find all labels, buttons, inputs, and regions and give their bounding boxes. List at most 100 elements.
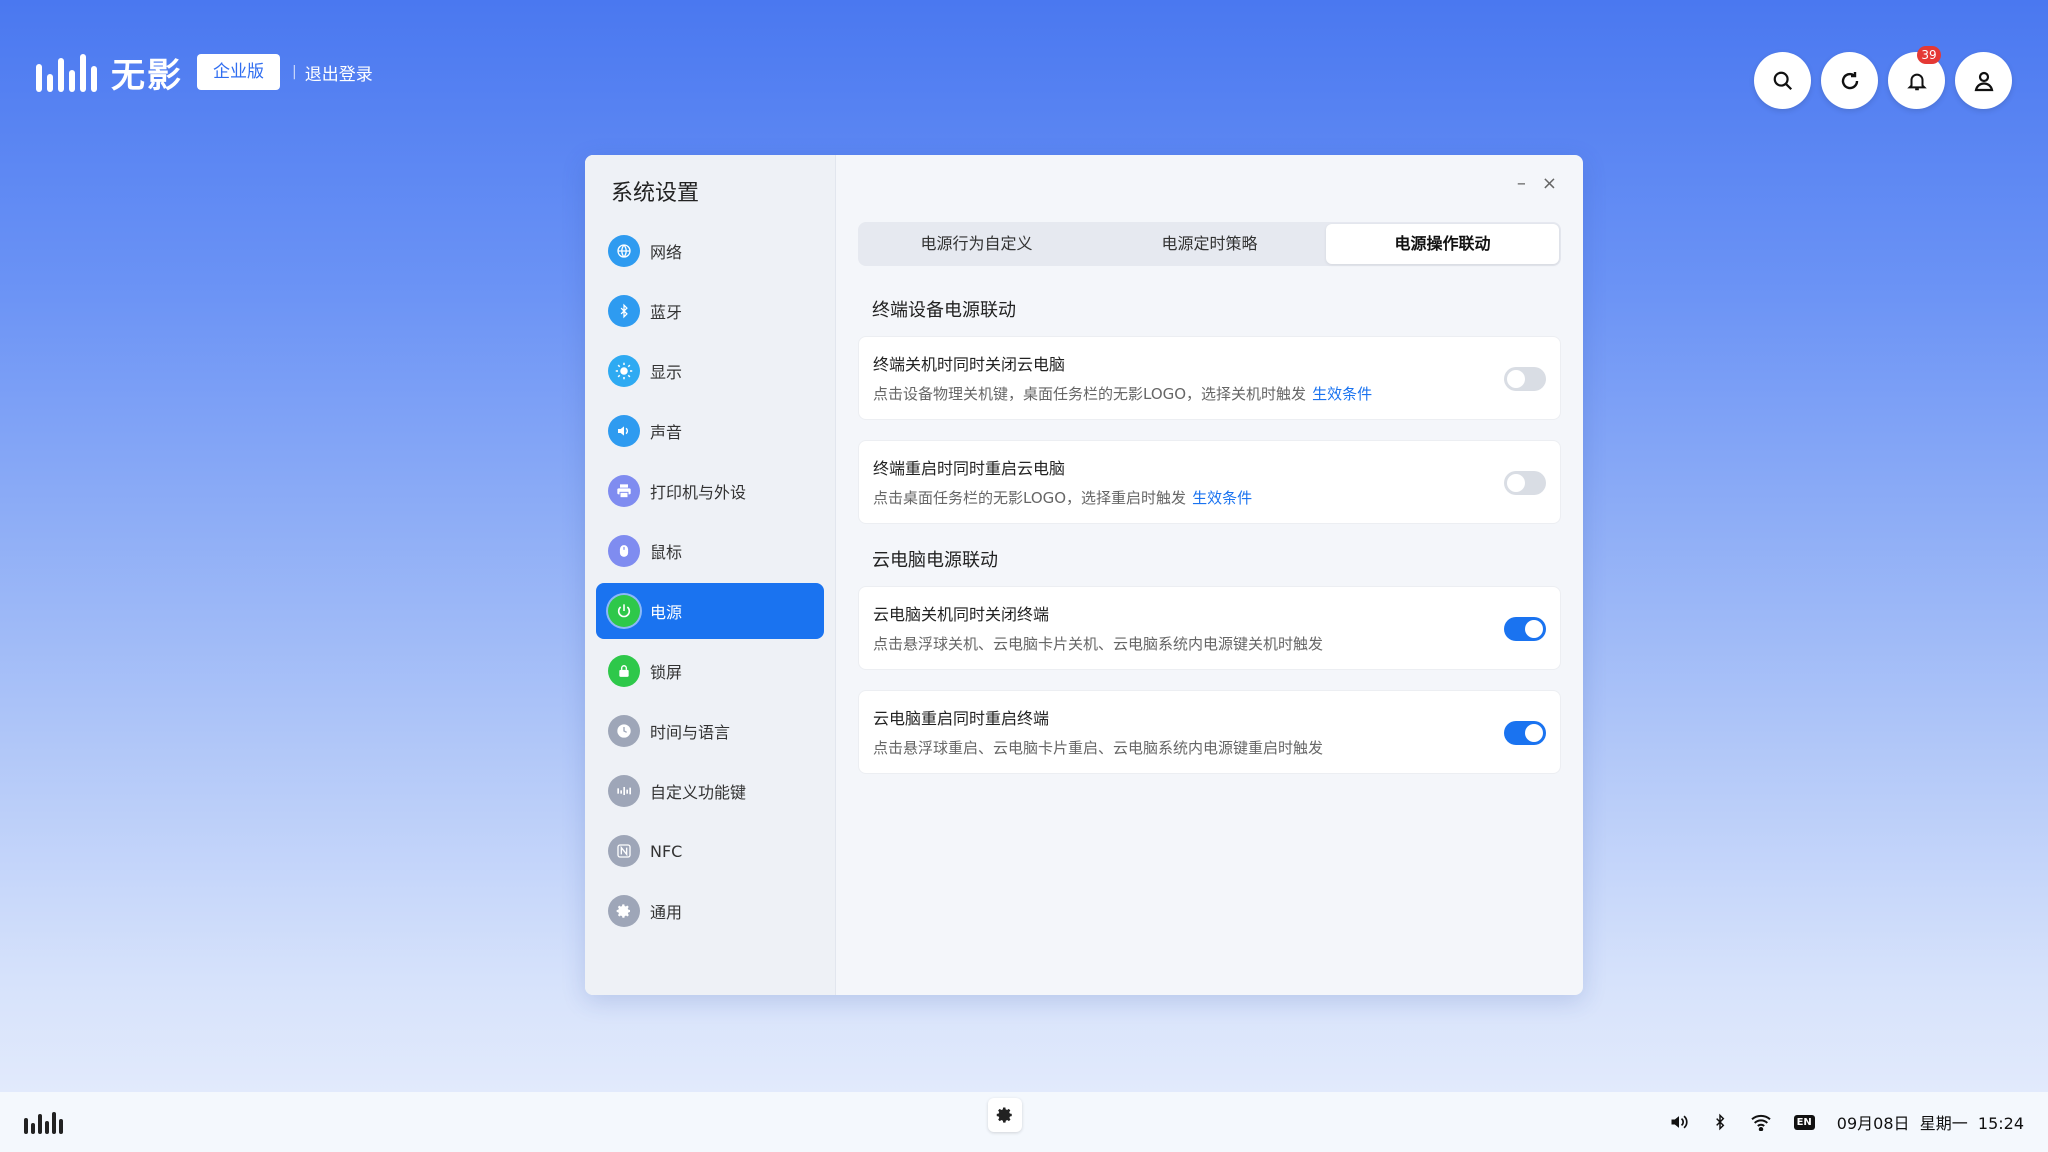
notification-button[interactable]: 39: [1888, 46, 1945, 109]
setting-description-text: 点击桌面任务栏的无影LOGO，选择重启时触发: [873, 489, 1187, 507]
toggle-switch[interactable]: [1504, 617, 1546, 641]
volume-icon[interactable]: [1668, 1112, 1690, 1132]
setting-title: 终端重启时同时重启云电脑: [873, 459, 1066, 478]
sidebar-item[interactable]: 通用: [596, 883, 824, 939]
sidebar-item[interactable]: 打印机与外设: [596, 463, 824, 519]
setting-card: 云电脑关机同时关闭终端点击悬浮球关机、云电脑卡片关机、云电脑系统内电源键关机时触…: [858, 586, 1561, 670]
setting-description-text: 点击悬浮球重启、云电脑卡片重启、云电脑系统内电源键重启时触发: [873, 739, 1324, 757]
setting-description: 点击桌面任务栏的无影LOGO，选择重启时触发 生效条件: [873, 487, 1546, 508]
gear-icon: [996, 1107, 1012, 1123]
sidebar-item[interactable]: 时间与语言: [596, 703, 824, 759]
sidebar-item[interactable]: 自定义功能键: [596, 763, 824, 819]
wifi-icon[interactable]: [1750, 1113, 1772, 1131]
sidebar-item[interactable]: 电源: [596, 583, 824, 639]
edition-badge: 企业版: [197, 54, 280, 90]
setting-card: 云电脑重启同时重启终端点击悬浮球重启、云电脑卡片重启、云电脑系统内电源键重启时触…: [858, 690, 1561, 774]
bluetooth-icon: [608, 295, 640, 327]
brand-bar: 无影 企业版 | 退出登录: [36, 52, 373, 96]
bell-icon: [1906, 73, 1927, 90]
conditions-link[interactable]: 生效条件: [1312, 385, 1372, 403]
settings-window: 系统设置 网络蓝牙显示声音打印机与外设 鼠标电源锁屏时间与语言自定义功能键 NFC 通…: [585, 155, 1583, 995]
section-title: 终端设备电源联动: [872, 300, 1016, 321]
setting-description: 点击悬浮球关机、云电脑卡片关机、云电脑系统内电源键关机时触发: [873, 633, 1546, 654]
mouse-icon: [608, 535, 640, 567]
sidebar-item-label: 蓝牙: [650, 303, 683, 322]
refresh-button[interactable]: [1821, 52, 1878, 109]
section-title: 云电脑电源联动: [872, 550, 998, 571]
date-text: 09月08日: [1836, 1114, 1910, 1133]
nfc-icon: [608, 835, 640, 867]
sidebar-item-label: 通用: [650, 903, 683, 922]
brand-name: 无影: [111, 55, 183, 96]
window-controls: – ×: [1517, 173, 1557, 194]
logout-link[interactable]: 退出登录: [305, 60, 373, 85]
clock-icon: [608, 715, 640, 747]
settings-main: – × 电源行为自定义 电源定时策略 电源操作联动 终端设备电源联动终端关机时同时关…: [836, 155, 1583, 995]
setting-title: 终端关机时同时关闭云电脑: [873, 355, 1066, 374]
weekday-text: 星期一: [1919, 1114, 1968, 1133]
sidebar-item[interactable]: 网络: [596, 223, 824, 279]
toggle-switch[interactable]: [1504, 721, 1546, 745]
refresh-icon: [1841, 71, 1858, 89]
search-icon: [1773, 71, 1792, 90]
time-text: 15:24: [1977, 1114, 2024, 1133]
toggle-switch[interactable]: [1504, 367, 1546, 391]
user-button[interactable]: [1955, 52, 2012, 109]
conditions-link[interactable]: 生效条件: [1192, 489, 1252, 507]
sidebar-item[interactable]: 蓝牙: [596, 283, 824, 339]
tab[interactable]: 电源定时策略: [1093, 224, 1326, 264]
sidebar-item[interactable]: 声音: [596, 403, 824, 459]
globe-icon: [608, 235, 640, 267]
taskbar: EN 09月08日 星期一 15:24: [0, 1092, 2048, 1152]
settings-sidebar: 系统设置 网络蓝牙显示声音打印机与外设 鼠标电源锁屏时间与语言自定义功能键 NFC 通…: [585, 155, 836, 995]
sidebar-item-label: 打印机与外设: [650, 483, 747, 502]
setting-description-text: 点击设备物理关机键，桌面任务栏的无影LOGO，选择关机时触发: [873, 385, 1307, 403]
printer-icon: [608, 475, 640, 507]
setting-title: 云电脑关机同时关闭终端: [873, 605, 1050, 624]
gear-icon: [608, 895, 640, 927]
sidebar-item[interactable]: NFC: [596, 823, 824, 879]
sidebar-item-label: 锁屏: [650, 663, 683, 682]
system-tray: EN 09月08日 星期一 15:24: [1668, 1092, 2024, 1152]
settings-taskbar-button[interactable]: [988, 1098, 1022, 1132]
setting-description: 点击悬浮球重启、云电脑卡片重启、云电脑系统内电源键重启时触发: [873, 737, 1546, 758]
minimize-button[interactable]: –: [1517, 173, 1526, 194]
sidebar-item-label: 显示: [650, 363, 683, 382]
start-logo-icon[interactable]: [24, 1110, 63, 1134]
toggle-switch[interactable]: [1504, 471, 1546, 495]
setting-title: 云电脑重启同时重启终端: [873, 709, 1050, 728]
search-button[interactable]: [1754, 52, 1811, 109]
speaker-icon: [608, 415, 640, 447]
close-button[interactable]: ×: [1542, 173, 1557, 194]
brightness-icon: [608, 355, 640, 387]
setting-card: 终端重启时同时重启云电脑点击桌面任务栏的无影LOGO，选择重启时触发 生效条件: [858, 440, 1561, 524]
tab[interactable]: 电源操作联动: [1326, 224, 1559, 264]
sidebar-item-label: 声音: [650, 423, 683, 442]
wuying-key-icon: [608, 775, 640, 807]
power-tabs: 电源行为自定义 电源定时策略 电源操作联动: [858, 222, 1561, 266]
sidebar-item-label: 自定义功能键: [650, 783, 747, 802]
sidebar-item[interactable]: 锁屏: [596, 643, 824, 699]
input-method-badge[interactable]: EN: [1793, 1114, 1815, 1130]
power-icon: [608, 595, 640, 627]
tab[interactable]: 电源行为自定义: [860, 224, 1093, 264]
sidebar-item-label: 网络: [650, 243, 683, 262]
wuying-logo-icon: [36, 52, 97, 92]
setting-card: 终端关机时同时关闭云电脑点击设备物理关机键，桌面任务栏的无影LOGO，选择关机时…: [858, 336, 1561, 420]
user-icon: [1974, 71, 1993, 91]
divider: |: [292, 64, 297, 80]
notification-badge: 39: [1917, 46, 1941, 64]
clock[interactable]: 09月08日 星期一 15:24: [1837, 1110, 2024, 1134]
bluetooth-icon[interactable]: [1712, 1112, 1728, 1132]
setting-description: 点击设备物理关机键，桌面任务栏的无影LOGO，选择关机时触发 生效条件: [873, 383, 1546, 404]
sidebar-item[interactable]: 鼠标: [596, 523, 824, 579]
sidebar-item-label: NFC: [650, 841, 683, 861]
sidebar-item-label: 鼠标: [650, 543, 683, 562]
lock-icon: [608, 655, 640, 687]
window-title: 系统设置: [611, 181, 700, 206]
sidebar-item-label: 时间与语言: [650, 723, 731, 742]
setting-description-text: 点击悬浮球关机、云电脑卡片关机、云电脑系统内电源键关机时触发: [873, 635, 1324, 653]
top-actions: 39: [1754, 46, 2012, 109]
sidebar-item-label: 电源: [650, 603, 683, 622]
sidebar-item[interactable]: 显示: [596, 343, 824, 399]
